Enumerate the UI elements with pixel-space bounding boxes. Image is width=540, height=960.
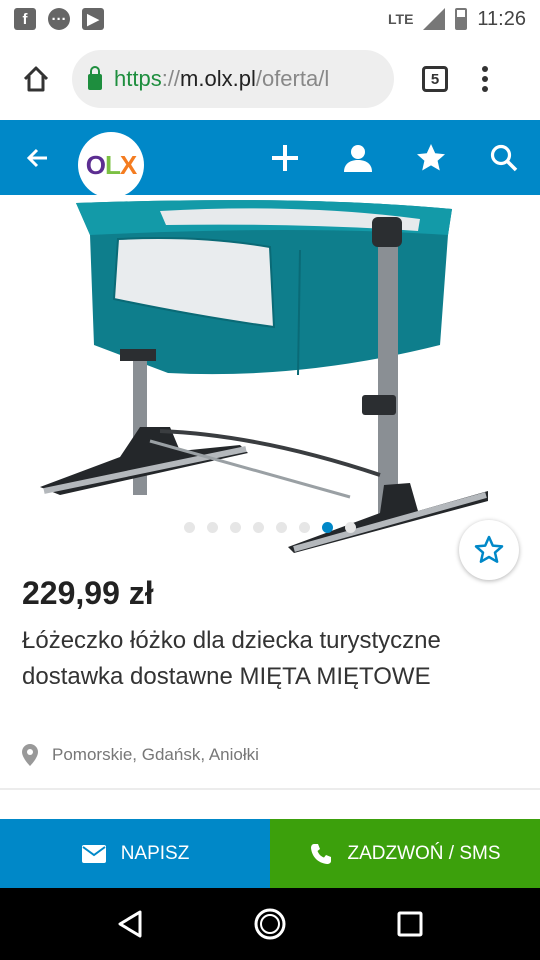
address-bar[interactable]: https://m.olx.pl/oferta/l [72, 50, 394, 108]
contact-actions: NAPISZ ZADZWOŃ / SMS [0, 819, 540, 888]
gallery-pagination [0, 522, 540, 533]
search-icon [490, 144, 517, 171]
network-type: LTE [388, 11, 414, 27]
search-button[interactable] [467, 120, 540, 195]
system-recents-button[interactable] [380, 894, 440, 954]
url-host: m.olx.pl [180, 66, 256, 91]
favorites-button[interactable] [394, 120, 467, 195]
gallery-dot[interactable] [230, 522, 241, 533]
gallery-dot[interactable] [322, 522, 333, 533]
user-icon [343, 144, 372, 172]
call-button[interactable]: ZADZWOŃ / SMS [270, 819, 540, 888]
signal-icon [423, 8, 446, 30]
youtube-icon: ▶ [82, 8, 104, 30]
menu-dot [482, 86, 488, 92]
tab-switcher-button[interactable]: 5 [422, 66, 448, 92]
back-button[interactable] [0, 120, 76, 195]
status-bar: f ··· ▶ LTE 11:26 [0, 0, 540, 38]
system-navigation-bar [0, 888, 540, 960]
facebook-icon: f [14, 8, 36, 30]
site-header: OLX [0, 120, 540, 198]
gallery-dot[interactable] [345, 522, 356, 533]
logo-letter: O [85, 149, 106, 180]
url-path: /oferta/l [255, 66, 330, 91]
listing-price: 229,99 zł [22, 575, 154, 611]
add-listing-button[interactable] [248, 120, 321, 195]
gallery-dot[interactable] [207, 522, 218, 533]
star-outline-icon [474, 535, 504, 563]
star-icon [416, 143, 445, 170]
home-icon [23, 66, 49, 92]
gallery-dot[interactable] [299, 522, 310, 533]
browser-menu-button[interactable] [482, 66, 488, 92]
message-button[interactable]: NAPISZ [0, 819, 270, 888]
account-button[interactable] [321, 120, 394, 195]
message-button-label: NAPISZ [120, 842, 190, 864]
listing-location[interactable]: Pomorskie, Gdańsk, Aniołki [22, 744, 259, 766]
triangle-back-icon [118, 910, 142, 938]
url-scheme: https [114, 66, 162, 91]
envelope-icon [81, 844, 106, 863]
section-divider [0, 788, 540, 790]
square-recents-icon [397, 911, 423, 937]
gallery-dot[interactable] [184, 522, 195, 533]
arrow-left-icon [26, 148, 47, 167]
olx-logo[interactable]: OLX [78, 132, 144, 198]
lock-icon [88, 65, 102, 90]
system-back-button[interactable] [100, 894, 160, 954]
browser-toolbar: https://m.olx.pl/oferta/l 5 [0, 38, 540, 120]
url-separator: :// [161, 66, 181, 91]
gallery-dot[interactable] [276, 522, 287, 533]
clock: 11:26 [477, 7, 526, 30]
messenger-icon: ··· [48, 8, 70, 30]
add-to-favorites-button[interactable] [459, 520, 519, 580]
battery-icon [455, 8, 468, 30]
menu-dot [482, 66, 488, 72]
url-text: https://m.olx.pl/oferta/l [114, 66, 329, 92]
circle-home-icon [254, 908, 286, 940]
location-text: Pomorskie, Gdańsk, Aniołki [52, 745, 259, 764]
call-button-label: ZADZWOŃ / SMS [347, 842, 501, 864]
gallery-dot[interactable] [253, 522, 264, 533]
photo-gallery[interactable] [0, 195, 540, 555]
system-home-button[interactable] [240, 894, 300, 954]
plus-icon [271, 144, 298, 171]
location-pin-icon [22, 744, 38, 766]
logo-letter: X [119, 149, 137, 180]
logo-letter: L [105, 149, 121, 180]
crib-photo [40, 200, 488, 553]
phone-icon [311, 843, 332, 864]
home-button[interactable] [14, 57, 58, 101]
menu-dot [482, 76, 488, 82]
listing-title: Łóżeczko łóżko dla dziecka turystyczne d… [22, 627, 441, 690]
